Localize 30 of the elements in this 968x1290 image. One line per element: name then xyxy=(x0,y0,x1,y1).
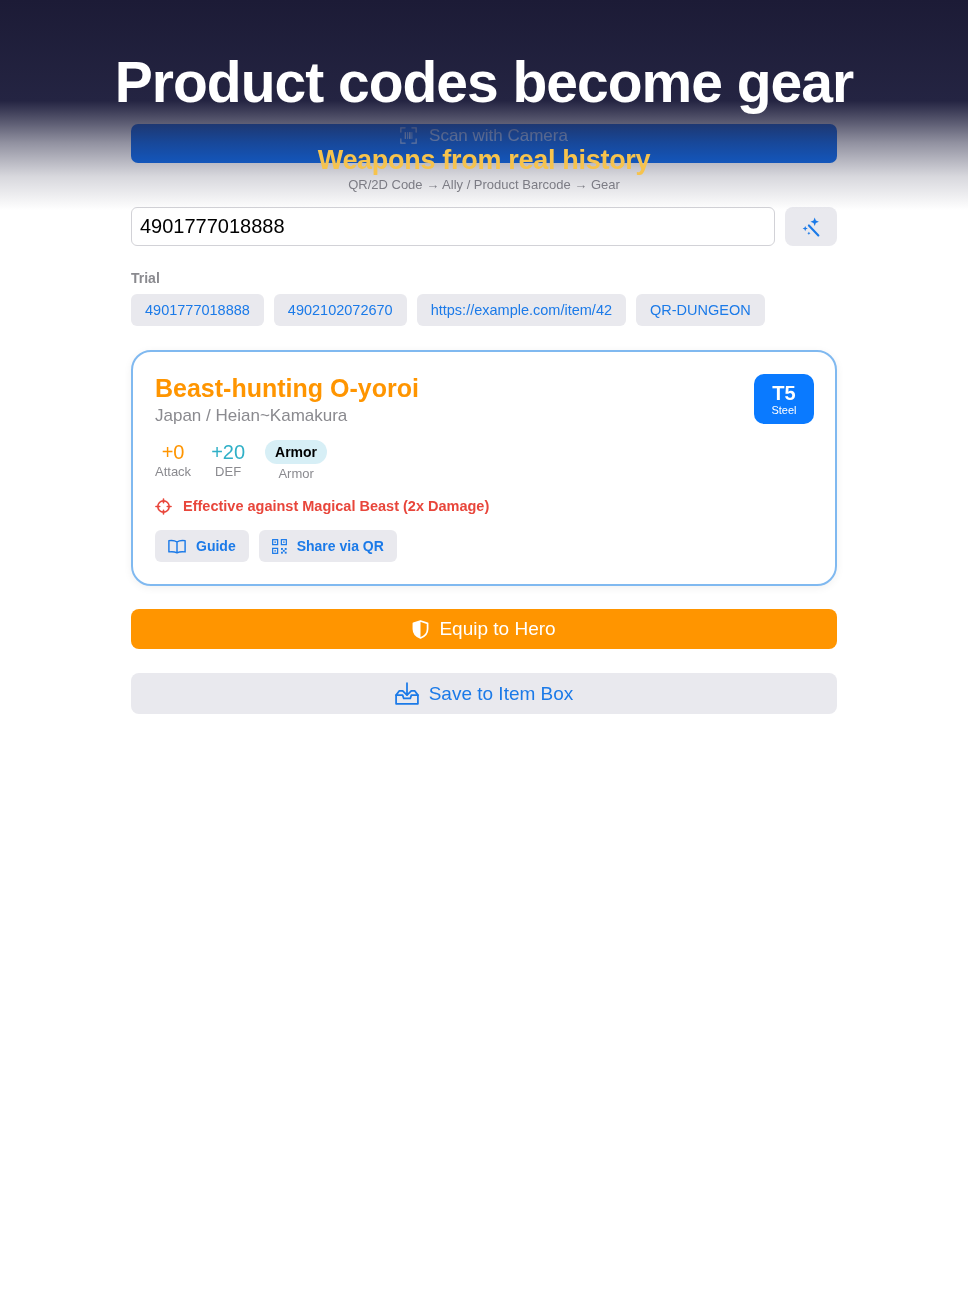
trial-label: Trial xyxy=(131,270,161,287)
generate-button[interactable] xyxy=(785,207,837,246)
code-input-field[interactable]: 4901777018888 xyxy=(131,207,775,246)
crosshair-icon xyxy=(155,498,172,515)
share-qr-button[interactable]: Share via QR xyxy=(258,530,397,562)
tray-download-icon xyxy=(394,682,419,705)
stat-label: Armor xyxy=(278,466,314,482)
tier-label: T5 xyxy=(772,381,796,404)
guide-button[interactable]: Guide xyxy=(155,530,249,562)
item-origin: Japan / Heian~Kamakura xyxy=(155,406,349,426)
promo-headline: Product codes become gear xyxy=(114,51,854,113)
stat-value: +20 xyxy=(211,440,246,464)
save-button[interactable]: Save to Item Box xyxy=(131,673,837,714)
stat-label: DEF xyxy=(215,464,242,480)
effect-text: Effective against Magical Beast (2x Damage) xyxy=(183,498,490,515)
stat-value: +0 xyxy=(161,440,185,464)
magic-wand-icon xyxy=(802,216,820,237)
equip-button[interactable]: Equip to Hero xyxy=(131,609,837,649)
tier-material: Steel xyxy=(771,403,797,417)
sample-code-chip[interactable]: 4902102072670 xyxy=(273,294,407,326)
type-tag: Armor xyxy=(265,440,328,464)
book-icon xyxy=(168,538,186,554)
qr-code-icon xyxy=(271,538,287,554)
item-title: Beast-hunting O-yoroi xyxy=(155,373,419,404)
shield-icon xyxy=(412,619,430,639)
sample-code-chip[interactable]: https://example.com/item/42 xyxy=(416,294,626,326)
sample-code-chip[interactable]: 4901777018888 xyxy=(131,294,264,326)
hint-text: QR/2D Code → Ally / Product Barcode → Gear xyxy=(347,177,621,193)
sample-code-chip[interactable]: QR-DUNGEON xyxy=(636,294,765,326)
stat-label: Attack xyxy=(155,464,192,480)
